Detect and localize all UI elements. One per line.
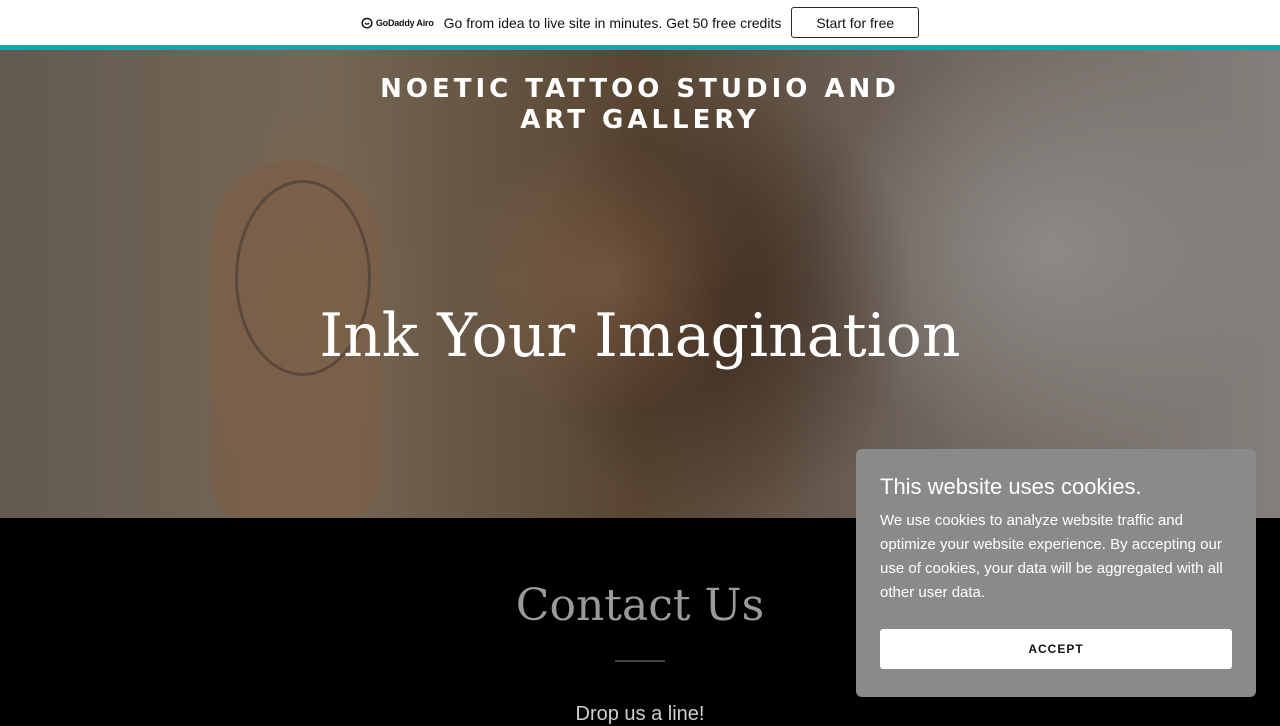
hero-section: NOETIC TATTOO STUDIO AND ART GALLERY Ink…	[0, 50, 1280, 518]
logo-text: GoDaddy Airo	[375, 17, 434, 28]
promo-message: Go from idea to live site in minutes. Ge…	[443, 14, 782, 31]
site-title[interactable]: NOETIC TATTOO STUDIO AND ART GALLERY	[0, 74, 1280, 136]
cookie-banner: This website uses cookies. We use cookie…	[856, 449, 1256, 697]
site-title-line-2: ART GALLERY	[520, 105, 760, 135]
site-title-line-1: NOETIC TATTOO STUDIO AND	[380, 74, 900, 104]
start-for-free-button[interactable]: Start for free	[791, 7, 920, 38]
cookie-banner-text: We use cookies to analyze website traffi…	[880, 512, 1223, 601]
contact-subtitle: Drop us a line!	[575, 703, 705, 725]
accept-cookies-button[interactable]: ACCEPT	[880, 629, 1232, 669]
godaddy-airo-logo: GoDaddy Airo	[361, 17, 434, 29]
promo-bar: GoDaddy Airo Go from idea to live site i…	[0, 0, 1280, 50]
section-divider	[615, 660, 665, 662]
cookie-banner-title: This website uses cookies.	[880, 474, 1142, 499]
hero-heading: Ink Your Imagination	[319, 301, 961, 371]
godaddy-logo-icon	[361, 17, 373, 29]
